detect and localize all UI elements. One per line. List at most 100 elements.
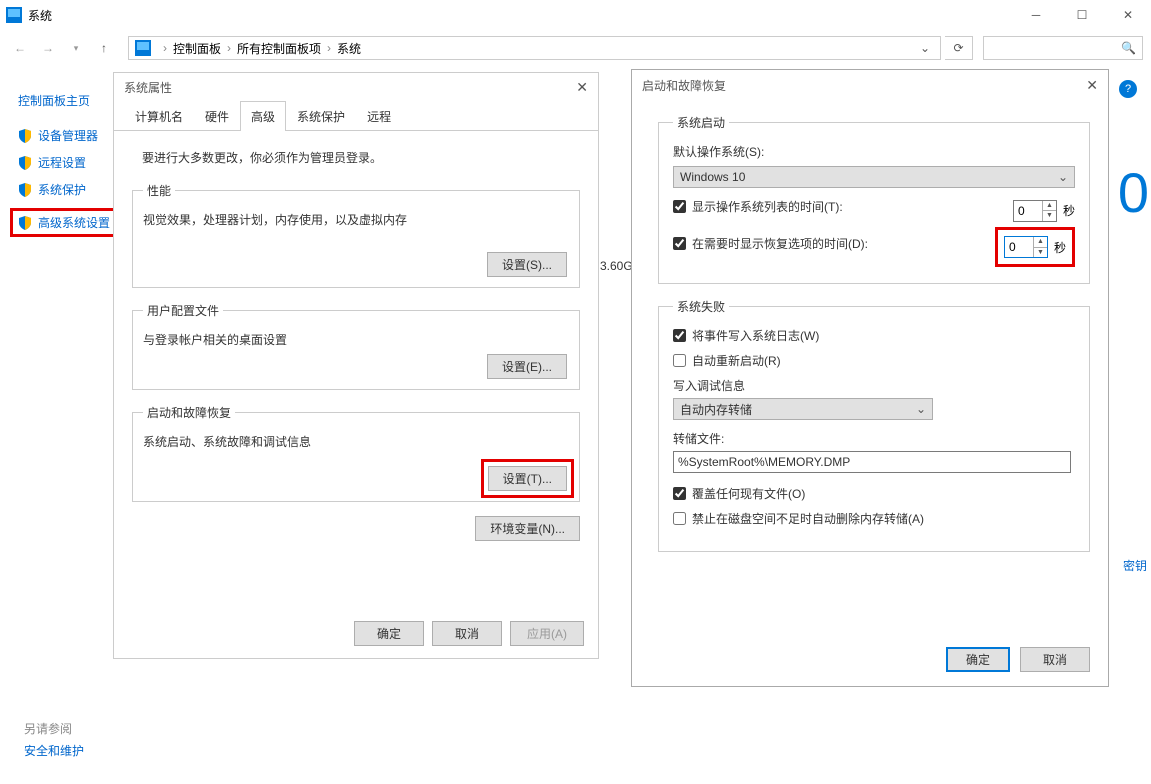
admin-note: 要进行大多数更改，你必须作为管理员登录。 [142,149,580,166]
group-legend: 启动和故障恢复 [143,404,235,421]
window-title: 系统 [28,7,52,24]
address-bar[interactable]: › 控制面板 › 所有控制面板项 › 系统 ⌄ [128,36,941,60]
group-legend: 性能 [143,182,175,199]
default-os-label: 默认操作系统(S): [673,143,1075,160]
close-icon[interactable]: ✕ [576,79,588,96]
checkbox-label: 显示操作系统列表的时间(T): [692,198,843,215]
chevron-right-icon: › [321,41,337,55]
dump-file-label: 转储文件: [673,430,1075,447]
group-description: 与登录帐户相关的桌面设置 [143,331,569,348]
spin-down[interactable]: ▼ [1043,211,1056,221]
dump-file-input[interactable]: %SystemRoot%\MEMORY.DMP [673,451,1071,473]
close-icon[interactable]: ✕ [1086,77,1098,94]
address-dropdown-icon[interactable]: ⌄ [920,41,934,55]
tab-system-protection[interactable]: 系统保护 [286,101,356,131]
spinner-value: 0 [1009,240,1016,254]
os-list-time-spinner[interactable]: 0 ▲▼ [1013,200,1057,222]
up-button[interactable]: ↑ [92,36,116,60]
chevron-down-icon: ⌄ [916,402,926,416]
ok-button[interactable]: 确定 [354,621,424,646]
chevron-right-icon: › [221,41,237,55]
checkbox-input[interactable] [673,200,686,213]
system-failure-group: 系统失败 将事件写入系统日志(W) 自动重新启动(R) 写入调试信息 自动内存转… [658,298,1090,552]
help-icon[interactable]: ? [1119,80,1137,98]
unit-label: 秒 [1063,202,1075,219]
app-icon [6,7,22,23]
checkbox-input[interactable] [673,329,686,342]
checkbox-label: 在需要时显示恢复选项的时间(D): [692,235,868,252]
history-dropdown[interactable]: ▾ [64,36,88,60]
group-legend: 系统启动 [673,114,729,131]
see-also-heading: 另请参阅 [24,720,72,737]
minimize-button[interactable]: ─ [1013,0,1059,30]
startup-recovery-dialog: 启动和故障恢复 ✕ 系统启动 默认操作系统(S): Windows 10 ⌄ 显… [631,69,1109,687]
performance-settings-button[interactable]: 设置(S)... [487,252,567,277]
environment-variables-button[interactable]: 环境变量(N)... [475,516,580,541]
sidebar-item-label: 高级系统设置 [38,214,110,231]
debug-info-combo[interactable]: 自动内存转储 ⌄ [673,398,933,420]
forward-button[interactable]: → [36,36,60,60]
overwrite-checkbox[interactable]: 覆盖任何现有文件(O) [673,485,1075,502]
group-description: 系统启动、系统故障和调试信息 [143,433,569,450]
checkbox-label: 禁止在磁盘空间不足时自动删除内存转储(A) [692,510,924,527]
tab-hardware[interactable]: 硬件 [194,101,240,131]
checkbox-label: 覆盖任何现有文件(O) [692,485,805,502]
startup-recovery-group: 启动和故障恢复 系统启动、系统故障和调试信息 设置(T)... [132,404,580,502]
input-value: %SystemRoot%\MEMORY.DMP [678,455,850,469]
unit-label: 秒 [1054,239,1066,256]
recovery-time-spinner[interactable]: 0 ▲▼ [1004,236,1048,258]
ok-button[interactable]: 确定 [946,647,1010,672]
spin-up[interactable]: ▲ [1034,237,1047,248]
tab-advanced[interactable]: 高级 [240,101,286,131]
dialog-title: 启动和故障恢复 [642,77,726,94]
tab-computer-name[interactable]: 计算机名 [124,101,194,131]
checkbox-input[interactable] [673,512,686,525]
tab-strip: 计算机名 硬件 高级 系统保护 远程 [114,101,598,131]
apply-button[interactable]: 应用(A) [510,621,584,646]
auto-restart-checkbox[interactable]: 自动重新启动(R) [673,352,1075,369]
write-log-checkbox[interactable]: 将事件写入系统日志(W) [673,327,1075,344]
shield-icon [18,183,32,197]
debug-info-label: 写入调试信息 [673,377,1075,394]
user-profile-group: 用户配置文件 与登录帐户相关的桌面设置 设置(E)... [132,302,580,390]
dialog-titlebar: 系统属性 ✕ [114,73,598,101]
product-key-link[interactable]: 密钥 [1123,557,1147,574]
window-titlebar: 系统 ─ ☐ ✕ [0,0,1151,30]
spin-down[interactable]: ▼ [1034,248,1047,258]
breadcrumb-part[interactable]: 所有控制面板项 [237,40,321,57]
breadcrumb-part[interactable]: 控制面板 [173,40,221,57]
checkbox-input[interactable] [673,237,686,250]
spin-up[interactable]: ▲ [1043,201,1056,212]
close-button[interactable]: ✕ [1105,0,1151,30]
show-recovery-checkbox[interactable]: 在需要时显示恢复选项的时间(D): [673,235,868,252]
system-boot-group: 系统启动 默认操作系统(S): Windows 10 ⌄ 显示操作系统列表的时间… [658,114,1090,284]
default-os-combo[interactable]: Windows 10 ⌄ [673,166,1075,188]
breadcrumb-part[interactable]: 系统 [337,40,361,57]
sidebar-item-label: 系统保护 [38,181,86,198]
startup-settings-button[interactable]: 设置(T)... [488,466,567,491]
group-legend: 用户配置文件 [143,302,223,319]
see-also-link[interactable]: 安全和维护 [24,742,84,759]
show-os-list-checkbox[interactable]: 显示操作系统列表的时间(T): [673,198,843,215]
system-properties-dialog: 系统属性 ✕ 计算机名 硬件 高级 系统保护 远程 要进行大多数更改，你必须作为… [113,72,599,659]
profile-settings-button[interactable]: 设置(E)... [487,354,567,379]
background-large-digit: 0 [1118,160,1149,225]
shield-icon [18,216,32,230]
chevron-down-icon: ⌄ [1058,170,1068,184]
shield-icon [18,129,32,143]
spinner-value: 0 [1018,204,1025,218]
back-button[interactable]: ← [8,36,32,60]
search-input[interactable]: 🔍 [983,36,1143,60]
checkbox-input[interactable] [673,487,686,500]
no-auto-delete-checkbox[interactable]: 禁止在磁盘空间不足时自动删除内存转储(A) [673,510,1075,527]
combo-value: Windows 10 [680,170,745,184]
tab-remote[interactable]: 远程 [356,101,402,131]
maximize-button[interactable]: ☐ [1059,0,1105,30]
shield-icon [18,156,32,170]
cancel-button[interactable]: 取消 [432,621,502,646]
cancel-button[interactable]: 取消 [1020,647,1090,672]
checkbox-input[interactable] [673,354,686,367]
refresh-button[interactable]: ⟳ [945,36,973,60]
dialog-titlebar: 启动和故障恢复 ✕ [632,70,1108,100]
search-icon: 🔍 [1121,41,1136,55]
